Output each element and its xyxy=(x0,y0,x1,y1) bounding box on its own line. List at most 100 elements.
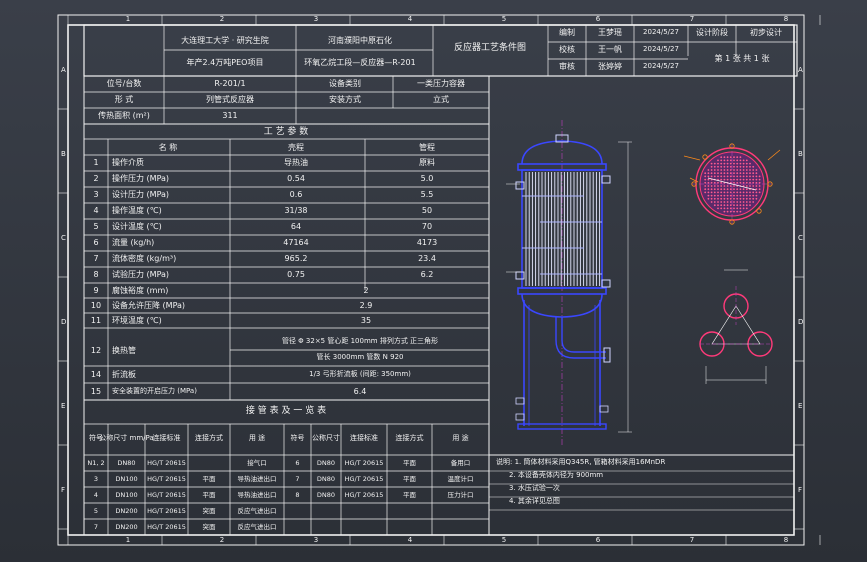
tube-hole xyxy=(733,197,735,200)
tube-hole xyxy=(742,178,745,181)
ruler-label-bottom: 8 xyxy=(783,536,789,544)
tube-hole xyxy=(713,162,716,165)
tube-hole xyxy=(733,194,735,197)
flange-bolt xyxy=(756,208,762,214)
safety-value: 6.4 xyxy=(353,387,367,396)
signoff-role: 校核 xyxy=(559,45,575,54)
process-col-shell: 壳程 xyxy=(288,143,304,152)
tube-hole xyxy=(749,178,751,181)
tube-hole xyxy=(733,204,735,207)
ruler-label-top: 1 xyxy=(125,15,131,23)
tube-hole xyxy=(745,185,748,187)
row-name: 换热管 xyxy=(112,346,136,355)
row-no: 11 xyxy=(90,316,102,325)
nozzle-cell: 接气口 xyxy=(247,459,267,467)
ruler-label-bottom: 6 xyxy=(595,536,601,544)
tube-hole xyxy=(717,175,719,178)
ruler-label-bottom: 3 xyxy=(313,536,319,544)
tube-hole xyxy=(745,207,748,210)
row-tube: 23.4 xyxy=(418,254,436,263)
signoff-date: 2024/5/27 xyxy=(643,28,679,36)
tube-hole xyxy=(723,165,726,168)
tube-hole xyxy=(717,201,719,203)
tube-hole xyxy=(720,169,723,171)
tube-hole xyxy=(710,201,713,203)
tube-hole xyxy=(720,181,723,184)
row-shell: 0.75 xyxy=(287,270,305,279)
tube-hole xyxy=(723,159,726,162)
tube-hole xyxy=(733,185,735,187)
tube-hole xyxy=(720,159,723,162)
ruler-label-bottom: 7 xyxy=(689,536,695,544)
row-tube: 6.2 xyxy=(420,270,434,279)
tube-hole xyxy=(729,207,732,210)
tube-hole xyxy=(726,204,729,207)
tube-hole xyxy=(720,156,723,159)
ruler-label-bottom: 5 xyxy=(501,536,507,544)
row-name: 流体密度 (kg/m³) xyxy=(112,254,177,263)
row-name: 环境温度 (℃) xyxy=(112,316,162,325)
side-nozzle xyxy=(601,279,611,288)
signoff-role: 编制 xyxy=(559,28,575,37)
tube-hole xyxy=(726,185,729,187)
tube-hole xyxy=(749,175,751,178)
nozzle-header: 连接标准 xyxy=(152,434,181,442)
tube-hole xyxy=(723,207,726,210)
info-value: R-201/1 xyxy=(214,79,246,88)
tube-hole xyxy=(752,194,755,197)
info-value: 一类压力容器 xyxy=(417,79,465,88)
tube-hole xyxy=(720,175,723,178)
tube-hole xyxy=(749,194,751,197)
nozzle-cell: 3 xyxy=(93,475,99,483)
tube-hole xyxy=(755,169,758,171)
tube-hole xyxy=(736,159,739,162)
nozzle-cell: HG/T 20615 xyxy=(147,507,186,515)
row-name: 设计温度 (℃) xyxy=(112,222,162,231)
tube-hole xyxy=(733,191,735,194)
ruler-label-top: 6 xyxy=(595,15,601,23)
process-col-tube: 管程 xyxy=(419,143,435,152)
tube-hole xyxy=(726,178,729,181)
tube-hole xyxy=(726,169,729,171)
ruler-label-left: D xyxy=(61,318,67,326)
nozzle-title: 接 管 表 及 一 览 表 xyxy=(245,406,327,416)
info-key: 形 式 xyxy=(114,95,134,104)
row-tube: 5.5 xyxy=(420,190,434,199)
tube-hole xyxy=(745,181,748,184)
tube-hole xyxy=(733,178,735,181)
note-line: 4. 其余详见总图 xyxy=(509,497,560,505)
tube-hole xyxy=(713,197,716,200)
tube-hole xyxy=(752,165,755,168)
nozzle-cell: 4 xyxy=(93,491,99,499)
nozzle-cell: 反应气进出口 xyxy=(237,507,277,515)
tube-hole xyxy=(755,185,758,187)
ruler-label-top: 2 xyxy=(219,15,225,23)
tube-hole xyxy=(745,172,748,175)
ruler-label-top: 5 xyxy=(501,15,507,23)
tube-hole xyxy=(742,201,745,203)
tube-hole xyxy=(707,172,710,175)
signoff-date: 2024/5/27 xyxy=(643,45,679,53)
tube-hole xyxy=(729,201,732,203)
tube-hole xyxy=(713,204,716,207)
row-name: 流量 (kg/h) xyxy=(112,238,155,247)
row-name: 设备允许压降 (MPa) xyxy=(112,301,186,310)
nozzle-header: 连接方式 xyxy=(195,434,223,442)
row-shell: 965.2 xyxy=(284,254,308,263)
tube-hole xyxy=(745,201,748,203)
tube-hole xyxy=(739,194,742,197)
row-value: 35 xyxy=(360,316,372,325)
tube-hole xyxy=(758,191,761,194)
tube-hole xyxy=(745,194,748,197)
tube-hole xyxy=(758,178,761,181)
stage-value: 初步设计 xyxy=(750,28,782,37)
tube-hole xyxy=(729,210,732,213)
row-name: 试验压力 (MPa) xyxy=(112,270,170,279)
info-value: 311 xyxy=(222,111,238,120)
nozzle-cell: DN80 xyxy=(316,491,336,499)
note-line: 2. 本设备壳体内径为 900mm xyxy=(509,471,604,479)
tube-hole xyxy=(755,178,758,181)
tube-hole xyxy=(707,175,710,178)
tube-spec-1: 管径 Φ 32×5 管心距 100mm 排列方式 正三角形 xyxy=(281,337,439,345)
tube-hole xyxy=(745,197,748,200)
